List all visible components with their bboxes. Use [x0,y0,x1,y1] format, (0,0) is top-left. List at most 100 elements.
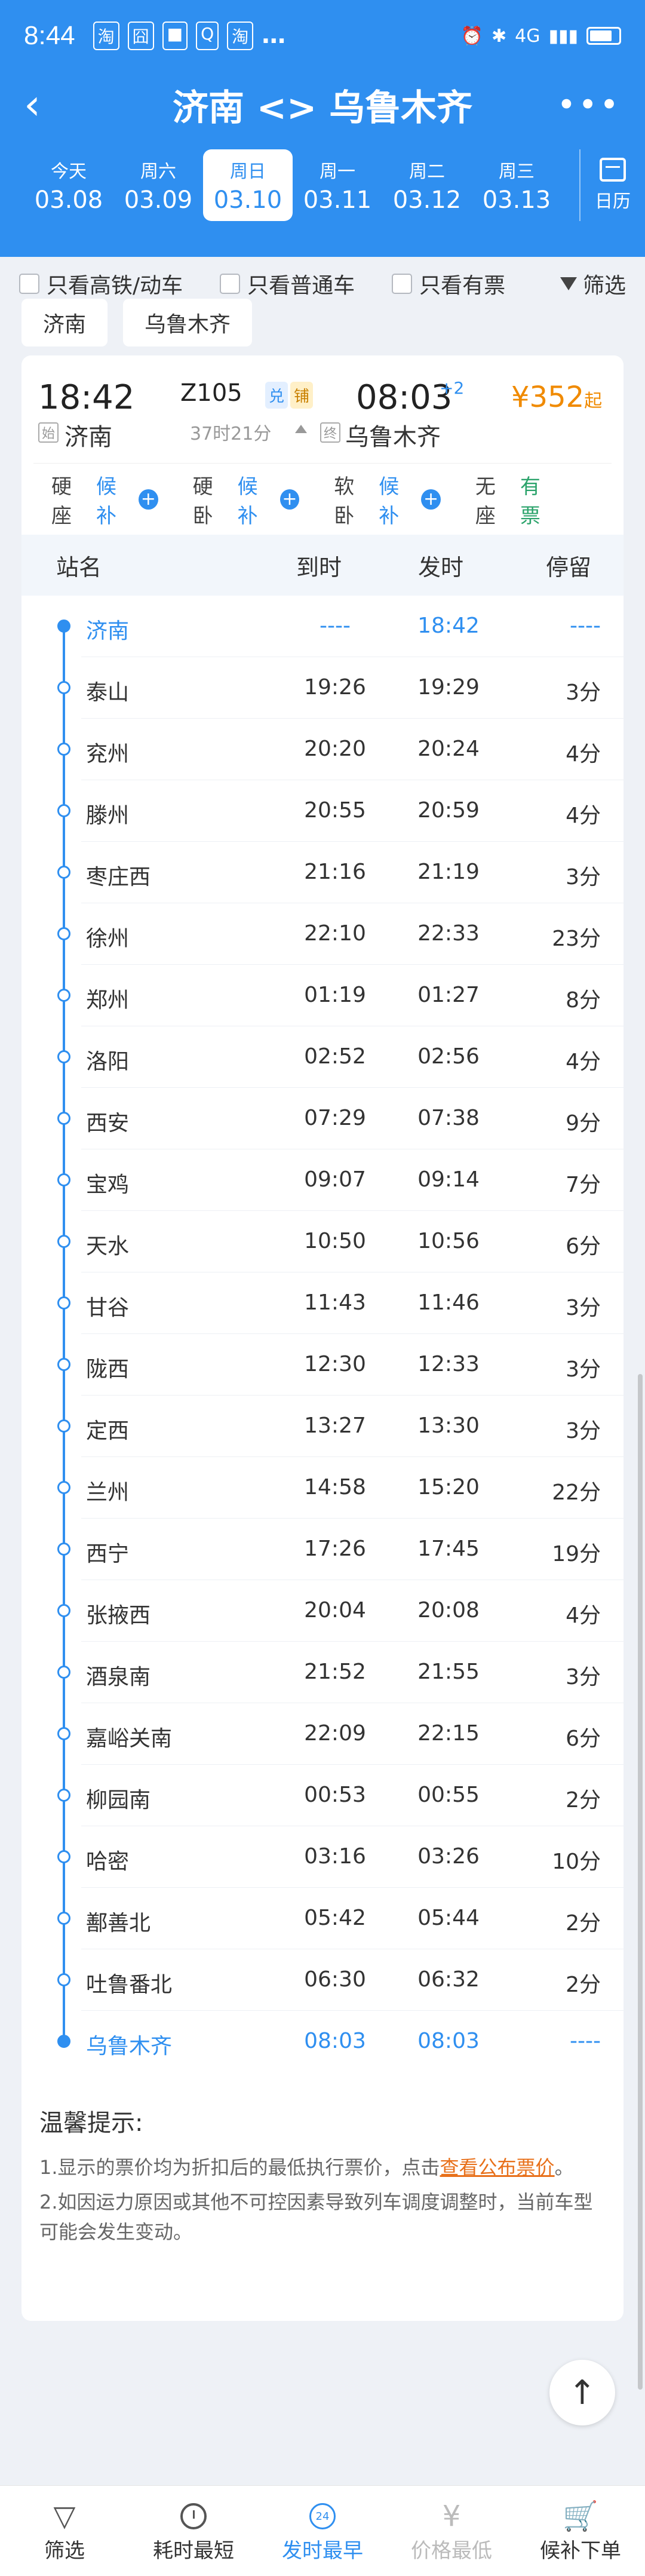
table-row[interactable]: 郑州 01:19 01:27 8分 [22,965,624,1026]
stay-duration: 10分 [552,1850,601,1874]
stops-table: 济南 ---- 18:42 ---- 泰山 19:26 19:29 3分 兖州 20:20 20:2… [22,596,624,2072]
date-tab-0308[interactable]: 今天 03.08 [24,149,113,221]
tips-panel: 温馨提示: 1.显示的票价均为折扣后的最低执行票价，点击查看公布票价。 2.如因… [22,2088,624,2321]
stay-duration: 19分 [552,1542,601,1566]
collapse-arrow-icon[interactable] [295,425,307,433]
tab-filter[interactable]: ▽ 筛选 [0,2486,129,2576]
more-options-icon[interactable]: ••• [557,86,621,124]
filter-label: 只看普通车 [247,274,355,298]
table-row[interactable]: 吐鲁番北 06:30 06:32 2分 [22,1949,624,2011]
departure-time: 20:24 [417,737,480,761]
table-row[interactable]: 徐州 22:10 22:33 23分 [22,903,624,965]
table-row[interactable]: 酒泉南 21:52 21:55 3分 [22,1642,624,1703]
table-row[interactable]: 张掖西 20:04 20:08 4分 [22,1580,624,1642]
station-name: 枣庄西 [86,865,151,890]
funnel-icon [560,277,577,290]
departure-time: 02:56 [417,1044,480,1069]
departure-time: 10:56 [417,1229,480,1253]
add-waitlist-icon[interactable]: + [280,489,300,510]
date-tab-0310[interactable]: 周日 03.10 [203,149,293,221]
more-notifications-icon: … [262,22,286,49]
stay-duration: 3分 [566,680,601,705]
start-station-tag: 始 [38,422,59,443]
table-row[interactable]: 洛阳 02:52 02:56 4分 [22,1026,624,1088]
departure-time: 19:29 [417,675,480,700]
normal-train-only-checkbox[interactable]: 只看普通车 [220,268,355,299]
scrollbar[interactable] [638,1374,643,2390]
table-row[interactable]: 西安 07:29 07:38 9分 [22,1088,624,1149]
table-row[interactable]: 天水 10:50 10:56 6分 [22,1211,624,1272]
date-selector: 今天 03.08 周六 03.09 周日 03.10 周一 03.11 周二 0… [0,146,645,224]
seat-soft-sleeper[interactable]: 软卧 候补 + [334,470,441,529]
high-speed-only-checkbox[interactable]: 只看高铁/动车 [19,268,183,299]
view-published-price-link[interactable]: 查看公布票价 [440,2156,555,2179]
date-tab-0311[interactable]: 周一 03.11 [293,149,382,221]
arrival-day-offset: +2 [440,378,465,398]
station-name: 徐州 [86,927,130,951]
to-station-tag[interactable]: 乌鲁木齐 [123,299,253,346]
seat-type: 硬座 [51,474,72,528]
checkbox-icon [220,274,241,294]
table-row[interactable]: 乌鲁木齐 08:03 08:03 ---- [22,2011,624,2072]
stay-duration: 3分 [566,865,601,890]
stop-dot-icon [57,1727,70,1740]
stay-duration: 6分 [566,1726,601,1751]
seat-hard-seat[interactable]: 硬座 候补 + [51,470,158,529]
tab-waitlist-order[interactable]: 🛒 候补下单 [516,2486,645,2576]
date-tab-0312[interactable]: 周二 03.12 [382,149,472,221]
table-row[interactable]: 滕州 20:55 20:59 4分 [22,780,624,842]
arrival-time: 19:26 [304,675,366,700]
search-notification-icon: Q [196,22,219,50]
calendar-label: 日历 [595,191,631,212]
stop-dot-icon [57,1542,70,1556]
tab-shortest-duration[interactable]: 耗时最短 [129,2486,258,2576]
table-row[interactable]: 宝鸡 09:07 09:14 7分 [22,1149,624,1211]
stay-duration: 9分 [566,1111,601,1136]
station-name: 乌鲁木齐 [86,2034,173,2059]
date-value: 03.12 [392,186,462,214]
filter-label: 只看高铁/动车 [47,274,183,298]
add-waitlist-icon[interactable]: + [139,489,158,510]
table-row[interactable]: 西宁 17:26 17:45 19分 [22,1519,624,1580]
table-row[interactable]: 兰州 14:58 15:20 22分 [22,1457,624,1519]
tab-earliest-departure[interactable]: 24 发时最早 [258,2486,387,2576]
stay-duration: 4分 [566,1050,601,1074]
table-row[interactable]: 枣庄西 21:16 21:19 3分 [22,842,624,903]
filter-button[interactable]: 筛选 [560,268,626,299]
from-station-tag[interactable]: 济南 [22,299,108,346]
table-row[interactable]: 甘谷 11:43 11:46 3分 [22,1272,624,1334]
scroll-to-top-button[interactable]: ↑ [549,2360,615,2425]
seat-no-seat[interactable]: 无座 有票 [475,470,559,529]
tab-lowest-price[interactable]: ¥ 价格最低 [387,2486,516,2576]
table-row[interactable]: 鄯善北 05:42 05:44 2分 [22,1888,624,1949]
tip-2: 2.如因运力原因或其他不可控因素导致列车调度调整时，当前车型可能会发生变动。 [39,2191,593,2243]
arrival-time: 00:53 [304,1783,366,1807]
stop-dot-icon [57,1789,70,1802]
stop-dot-icon [57,620,70,633]
back-icon[interactable]: ‹ [24,80,72,129]
seat-hard-sleeper[interactable]: 硬卧 候补 + [193,470,300,529]
train-number: Z105 [180,379,242,407]
stay-duration: 3分 [566,1296,601,1320]
table-row[interactable]: 济南 ---- 18:42 ---- [22,596,624,657]
departure-time: 21:19 [417,860,480,884]
table-row[interactable]: 泰山 19:26 19:29 3分 [22,657,624,719]
date-weekday: 今天 [51,161,87,182]
stay-duration: 3分 [566,1357,601,1382]
tab-label: 价格最低 [411,2539,492,2563]
calendar-button[interactable]: 日历 [579,149,645,221]
stay-duration: 6分 [566,1234,601,1259]
available-only-checkbox[interactable]: 只看有票 [392,268,505,299]
departure-time: 18:42 [38,378,135,417]
table-row[interactable]: 定西 13:27 13:30 3分 [22,1396,624,1457]
stop-dot-icon [57,804,70,817]
table-row[interactable]: 陇西 12:30 12:33 3分 [22,1334,624,1396]
add-waitlist-icon[interactable]: + [421,489,441,510]
date-tab-0313[interactable]: 周三 03.13 [472,149,561,221]
table-row[interactable]: 嘉峪关南 22:09 22:15 6分 [22,1703,624,1765]
table-row[interactable]: 柳园南 00:53 00:55 2分 [22,1765,624,1826]
train-summary[interactable]: 18:42 Z105 兑 铺 08:03 +2 ¥352起 37时21分 始 济… [22,355,624,463]
table-row[interactable]: 哈密 03:16 03:26 10分 [22,1826,624,1888]
date-tab-0309[interactable]: 周六 03.09 [113,149,203,221]
table-row[interactable]: 兖州 20:20 20:24 4分 [22,719,624,780]
